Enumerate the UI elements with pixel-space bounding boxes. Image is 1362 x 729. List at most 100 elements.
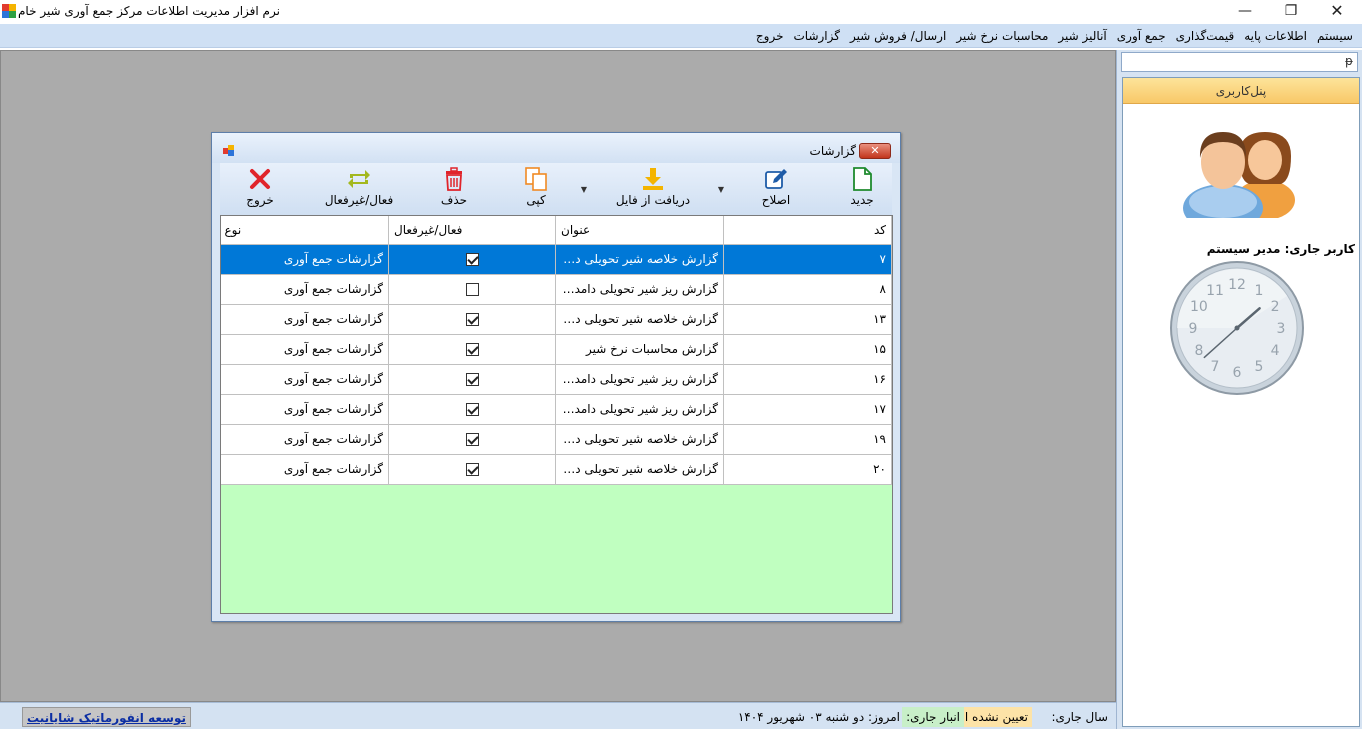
cell-code[interactable]: ۱۳ [723, 304, 892, 335]
cell-title[interactable]: گزارش خلاصه شیر تحویلی دا... [555, 454, 724, 485]
menu-send-sell[interactable]: ارسال/ فروش شیر [845, 29, 951, 43]
cell-active[interactable] [388, 304, 556, 335]
cell-code[interactable]: ۱۶ [723, 364, 892, 395]
window-title: نرم افزار مدیریت اطلاعات مرکز جمع آوری ش… [18, 4, 280, 18]
cell-active[interactable] [388, 394, 556, 425]
reports-close-button[interactable]: ✕ [859, 143, 891, 159]
cell-type[interactable]: گزارشات جمع آوری [221, 364, 389, 395]
cell-active[interactable] [388, 274, 556, 305]
clock-number: 2 [1271, 299, 1280, 315]
active-checkbox[interactable] [465, 403, 479, 416]
import-from-file-button[interactable]: دریافت از فایل [598, 163, 708, 215]
menu-pricing[interactable]: قیمت‌گذاری [1171, 29, 1240, 43]
cell-title[interactable]: گزارش محاسبات نرخ شیر [555, 334, 724, 365]
cell-code[interactable]: ۸ [723, 274, 892, 305]
clock-number: 8 [1194, 343, 1203, 359]
cell-type[interactable]: گزارشات جمع آوری [221, 274, 389, 305]
table-row[interactable]: ۱۶ گزارش ریز شیر تحویلی دامدا... گزارشات… [221, 364, 892, 395]
menu-system[interactable]: سیستم [1312, 29, 1358, 43]
edit-button[interactable]: اصلاح [746, 163, 806, 215]
clock-number: 6 [1233, 365, 1242, 381]
delete-button[interactable]: حذف [424, 163, 484, 215]
users-icon [1183, 132, 1295, 218]
reports-grid: کد عنوان فعال/غیرفعال نوع ۷ گزارش خلاصه … [220, 215, 893, 614]
edit-button-label: اصلاح [761, 193, 791, 207]
cell-code[interactable]: ۱۹ [723, 424, 892, 455]
cell-type[interactable]: گزارشات جمع آوری [221, 244, 389, 275]
copy-button[interactable]: کپی [506, 163, 566, 215]
cell-type[interactable]: گزارشات جمع آوری [221, 394, 389, 425]
cell-title[interactable]: گزارش خلاصه شیر تحویلی دا... [555, 424, 724, 455]
active-checkbox[interactable] [465, 253, 479, 266]
cell-type[interactable]: گزارشات جمع آوری [221, 424, 389, 455]
user-panel-header[interactable]: پنل‌کاربری [1123, 78, 1359, 104]
cell-title[interactable]: گزارش ریز شیر تحویلی دامدا... [555, 394, 724, 425]
copy-button-label: کپی [526, 193, 546, 207]
clock-number: 9 [1189, 321, 1198, 337]
menu-reports[interactable]: گزارشات [789, 29, 845, 43]
table-row[interactable]: ۷ گزارش خلاصه شیر تحویلی دا... گزارشات ج… [221, 244, 892, 275]
table-row[interactable]: ۲۰ گزارش خلاصه شیر تحویلی دا... گزارشات … [221, 454, 892, 485]
menu-bar: سیستم اطلاعات پایه قیمت‌گذاری جمع آوری آ… [0, 24, 1362, 48]
edit-dropdown-arrow-icon[interactable]: ▼ [718, 185, 724, 194]
table-row[interactable]: ۱۳ گزارش خلاصه شیر تحویلی دا... گزارشات … [221, 304, 892, 335]
cell-active[interactable] [388, 334, 556, 365]
cell-title[interactable]: گزارش خلاصه شیر تحویلی دا... [555, 304, 724, 335]
menu-exit[interactable]: خروج [751, 29, 789, 43]
column-header-code[interactable]: کد [723, 216, 892, 245]
cell-active[interactable] [388, 424, 556, 455]
clock-icon: 12 12 3 45678 9 1011 [1170, 261, 1304, 395]
refresh-toggle-icon [348, 170, 370, 188]
pin-icon[interactable]: ᵽ [1345, 54, 1353, 68]
copy-icon [525, 167, 547, 191]
grid-header-row: کد عنوان فعال/غیرفعال نوع [221, 216, 892, 245]
column-header-active[interactable]: فعال/غیرفعال [388, 216, 556, 245]
cell-active[interactable] [388, 244, 556, 275]
active-checkbox[interactable] [465, 313, 479, 326]
active-checkbox[interactable] [465, 343, 479, 356]
current-year-label: سال جاری: [1051, 710, 1108, 724]
active-checkbox[interactable] [465, 433, 479, 446]
cell-code[interactable]: ۷ [723, 244, 892, 275]
cell-type[interactable]: گزارشات جمع آوری [221, 454, 389, 485]
developer-link[interactable]: توسعه انفورماتیک شایانیت [22, 707, 191, 727]
maximize-button[interactable]: ❐ [1268, 0, 1314, 22]
cell-code[interactable]: ۲۰ [723, 454, 892, 485]
new-button[interactable]: جدید [832, 163, 892, 215]
active-checkbox[interactable] [465, 373, 479, 386]
cell-title[interactable]: گزارش ریز شیر تحویلی دامدا... [555, 274, 724, 305]
close-window-button[interactable]: ✕ [1314, 0, 1360, 22]
active-checkbox[interactable] [465, 463, 479, 476]
exit-button[interactable]: خروج [230, 163, 290, 215]
clock-number: 12 [1228, 277, 1246, 293]
cell-code[interactable]: ۱۵ [723, 334, 892, 365]
cell-active[interactable] [388, 364, 556, 395]
table-row[interactable]: ۱۵ گزارش محاسبات نرخ شیر گزارشات جمع آور… [221, 334, 892, 365]
clock-number: 7 [1211, 359, 1220, 375]
cell-title[interactable]: گزارش خلاصه شیر تحویلی دا... [555, 244, 724, 275]
minimize-button[interactable]: — [1222, 0, 1268, 22]
column-header-type[interactable]: نوع [221, 216, 389, 245]
current-user-label: کاربر جاری: مدیر سیستم [1206, 242, 1355, 256]
table-row[interactable]: ۱۷ گزارش ریز شیر تحویلی دامدا... گزارشات… [221, 394, 892, 425]
toggle-active-button[interactable]: فعال/غیرفعال [304, 163, 414, 215]
trash-icon [446, 167, 462, 191]
column-header-title[interactable]: عنوان [555, 216, 724, 245]
cell-type[interactable]: گزارشات جمع آوری [221, 304, 389, 335]
menu-milk-analysis[interactable]: آنالیز شیر [1053, 29, 1111, 43]
menu-base-info[interactable]: اطلاعات پایه [1239, 29, 1312, 43]
new-document-icon [853, 167, 872, 191]
cell-title[interactable]: گزارش ریز شیر تحویلی دامدا... [555, 364, 724, 395]
window-icon [223, 145, 234, 156]
cell-type[interactable]: گزارشات جمع آوری [221, 334, 389, 365]
active-checkbox[interactable] [465, 283, 479, 296]
user-panel: پنل‌کاربری کاربر جاری: مدیر سیستم 12 1 2 3 4… [1122, 77, 1360, 727]
table-row[interactable]: ۸ گزارش ریز شیر تحویلی دامدا... گزارشات … [221, 274, 892, 305]
reports-window-title-bar[interactable]: گزارشات ✕ [212, 133, 900, 163]
cell-active[interactable] [388, 454, 556, 485]
import-dropdown-arrow-icon[interactable]: ▼ [581, 185, 587, 194]
menu-collection[interactable]: جمع آوری [1112, 29, 1171, 43]
table-row[interactable]: ۱۹ گزارش خلاصه شیر تحویلی دا... گزارشات … [221, 424, 892, 455]
cell-code[interactable]: ۱۷ [723, 394, 892, 425]
menu-rate-calculation[interactable]: محاسبات نرخ شیر [951, 29, 1053, 43]
